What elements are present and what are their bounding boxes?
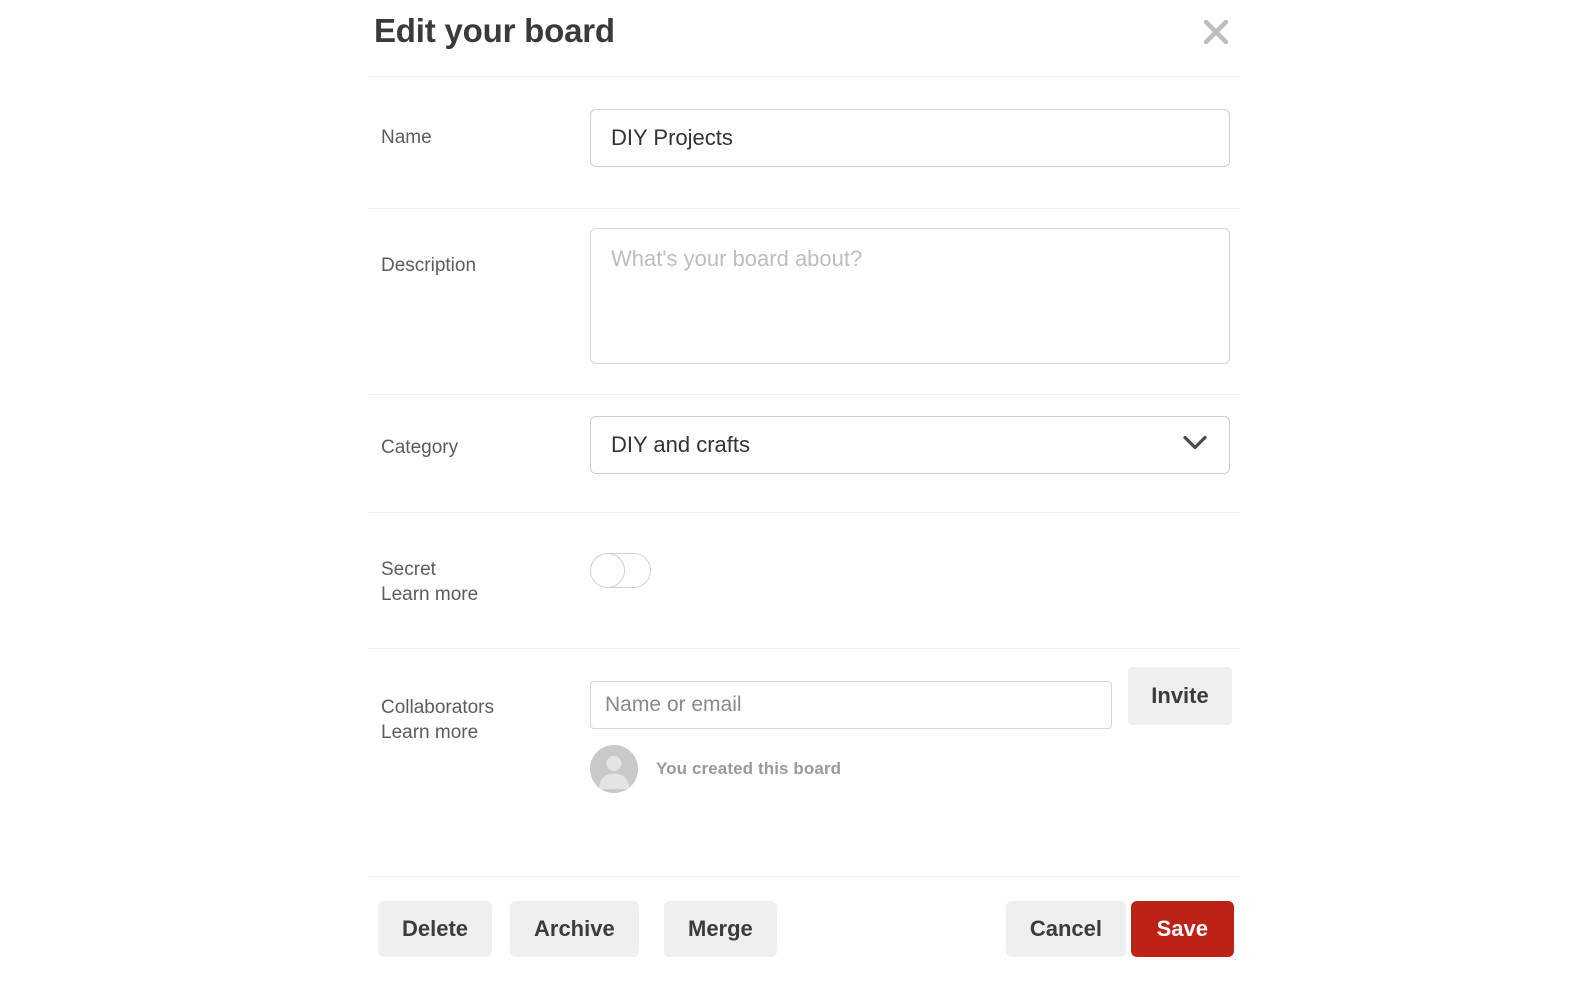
save-button[interactable]: Save <box>1130 901 1234 957</box>
avatar-icon <box>590 745 638 793</box>
secret-toggle-knob <box>589 552 625 588</box>
category-row: Category DIY and crafts <box>368 394 1240 512</box>
cancel-button[interactable]: Cancel <box>1005 901 1126 957</box>
board-description-textarea[interactable] <box>590 228 1230 364</box>
collaborators-label: Collaborators Learn more <box>381 695 494 745</box>
board-name-input[interactable] <box>590 109 1230 167</box>
close-button[interactable] <box>1196 12 1236 52</box>
page-title: Edit your board <box>374 12 615 49</box>
collaborators-row: Collaborators Learn more Invite You crea… <box>368 648 1240 876</box>
edit-board-dialog: Edit your board Name Description Categor… <box>0 0 1578 996</box>
secret-label-text: Secret <box>381 559 436 580</box>
invite-button[interactable]: Invite <box>1128 667 1232 725</box>
collaborators-label-text: Collaborators <box>381 697 494 718</box>
delete-button[interactable]: Delete <box>378 901 493 957</box>
description-row: Description <box>368 208 1240 394</box>
secret-learn-more-link[interactable]: Learn more <box>381 582 478 607</box>
description-label: Description <box>381 255 477 276</box>
collaborator-name: You created this board <box>656 759 842 778</box>
name-row: Name <box>368 76 1240 208</box>
collaborator-search-input[interactable] <box>590 681 1112 729</box>
close-icon <box>1199 15 1233 49</box>
category-selected-value: DIY and crafts <box>611 432 750 457</box>
list-item: You created this board <box>590 745 841 793</box>
secret-row: Secret Learn more <box>368 512 1240 648</box>
archive-button[interactable]: Archive <box>510 901 639 957</box>
dialog-content: Edit your board Name Description Categor… <box>368 0 1240 995</box>
category-label: Category <box>381 437 459 458</box>
secret-toggle[interactable] <box>589 552 651 588</box>
dialog-footer: Delete Archive Merge Cancel Save <box>368 876 1240 995</box>
merge-button[interactable]: Merge <box>664 901 777 957</box>
dialog-header: Edit your board <box>368 0 1240 76</box>
name-label: Name <box>381 127 432 148</box>
collaborators-learn-more-link[interactable]: Learn more <box>381 720 494 745</box>
category-select-wrapper: DIY and crafts <box>590 416 1230 474</box>
category-select[interactable]: DIY and crafts <box>590 416 1230 474</box>
secret-label: Secret Learn more <box>381 557 478 607</box>
